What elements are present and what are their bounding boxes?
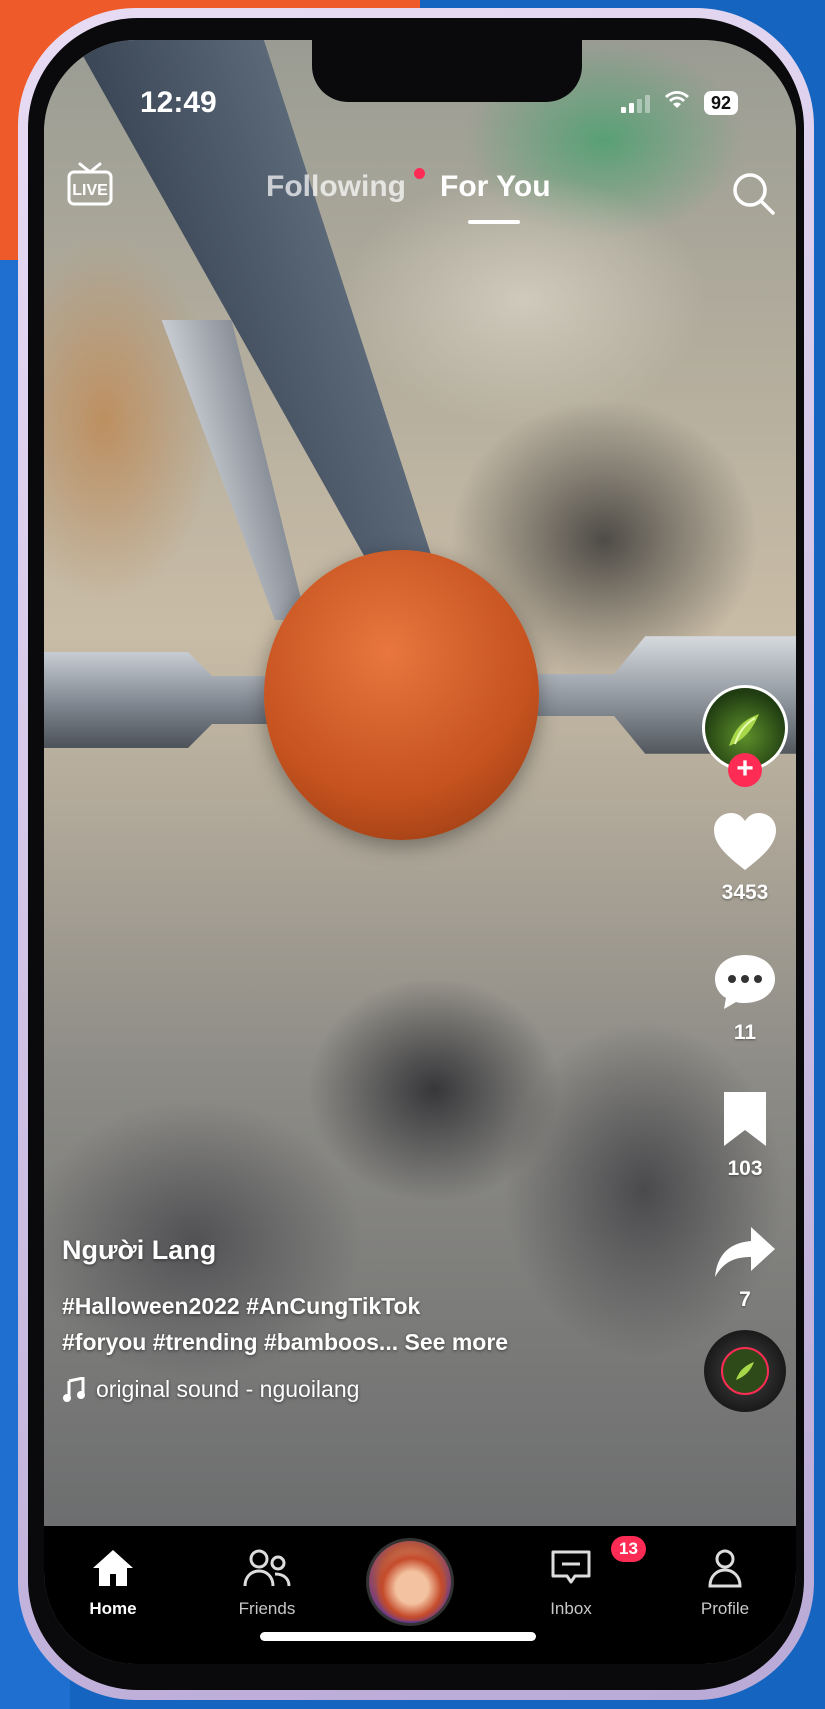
nav-home[interactable]: Home bbox=[58, 1548, 168, 1619]
inbox-badge: 13 bbox=[611, 1536, 646, 1562]
leaf-icon bbox=[736, 1362, 754, 1380]
video-caption: Người Lang #Halloween2022 #AnCungTikTok … bbox=[62, 1235, 676, 1403]
leaf-icon bbox=[729, 714, 759, 746]
status-time: 12:49 bbox=[140, 86, 217, 119]
nav-inbox-label: Inbox bbox=[550, 1599, 592, 1618]
comment-button[interactable]: 11 bbox=[702, 952, 788, 1045]
caption-line-1: #Halloween2022 #AnCungTikTok bbox=[62, 1293, 421, 1319]
bottom-nav: Home Friends 13 Inbox Profile bbox=[44, 1526, 796, 1664]
phone-screen: 12:49 92 LIVE Following For You + 3453 1… bbox=[44, 40, 796, 1664]
top-bar: LIVE Following For You bbox=[44, 140, 796, 230]
tab-following[interactable]: Following bbox=[266, 170, 406, 204]
like-count: 3453 bbox=[721, 881, 769, 904]
caption-line-2: #foryou #trending #bamboos... See more bbox=[62, 1324, 676, 1360]
nav-profile-label: Profile bbox=[700, 1599, 750, 1618]
follow-plus-button[interactable]: + bbox=[728, 753, 762, 787]
video-orange-ball bbox=[264, 550, 539, 840]
create-button[interactable] bbox=[366, 1538, 454, 1626]
live-button[interactable]: LIVE bbox=[66, 160, 114, 215]
nav-friends[interactable]: Friends bbox=[212, 1548, 322, 1619]
music-disc[interactable] bbox=[704, 1330, 786, 1412]
share-button[interactable]: 7 bbox=[702, 1225, 788, 1312]
wifi-icon bbox=[664, 90, 690, 115]
home-icon bbox=[93, 1550, 133, 1586]
tab-for-you[interactable]: For You bbox=[440, 170, 551, 204]
home-indicator[interactable] bbox=[260, 1632, 536, 1641]
sound-name: original sound - nguoilang bbox=[96, 1376, 360, 1402]
tv-icon: LIVE bbox=[67, 162, 113, 206]
video-spindle-left bbox=[44, 652, 284, 748]
see-more-link[interactable]: See more bbox=[405, 1329, 509, 1355]
comment-icon bbox=[715, 955, 775, 1009]
inbox-icon bbox=[551, 1550, 591, 1584]
nav-inbox[interactable]: 13 Inbox bbox=[516, 1536, 646, 1619]
heart-icon bbox=[714, 813, 776, 870]
profile-icon bbox=[708, 1549, 742, 1588]
bookmark-button[interactable]: 103 bbox=[702, 1090, 788, 1181]
friends-icon bbox=[243, 1549, 291, 1587]
music-disc-cover bbox=[721, 1347, 769, 1395]
create-avatar-face bbox=[377, 1547, 447, 1621]
nav-friends-label: Friends bbox=[238, 1599, 296, 1618]
search-icon[interactable] bbox=[730, 170, 776, 221]
music-note-icon bbox=[63, 1376, 85, 1402]
sound-info[interactable]: original sound - nguoilang bbox=[62, 1376, 676, 1403]
live-label: LIVE bbox=[72, 182, 108, 199]
bookmark-icon bbox=[724, 1092, 766, 1146]
share-count: 7 bbox=[739, 1288, 751, 1311]
nav-profile[interactable]: Profile bbox=[670, 1548, 780, 1619]
following-notification-dot bbox=[414, 168, 425, 179]
camera-notch bbox=[312, 40, 582, 102]
comment-count: 11 bbox=[733, 1021, 757, 1044]
caption-hashtags: #foryou #trending #bamboos... bbox=[62, 1329, 399, 1355]
battery-level: 92 bbox=[703, 90, 738, 115]
status-icons: 92 bbox=[620, 90, 738, 115]
nav-home-label: Home bbox=[89, 1599, 137, 1618]
bookmark-count: 103 bbox=[727, 1157, 763, 1180]
creator-avatar[interactable]: + bbox=[702, 685, 788, 787]
signal-icon bbox=[620, 93, 650, 113]
like-button[interactable]: 3453 bbox=[702, 812, 788, 905]
share-icon bbox=[715, 1227, 775, 1277]
active-tab-indicator bbox=[468, 220, 520, 224]
creator-username[interactable]: Người Lang bbox=[62, 1235, 676, 1266]
